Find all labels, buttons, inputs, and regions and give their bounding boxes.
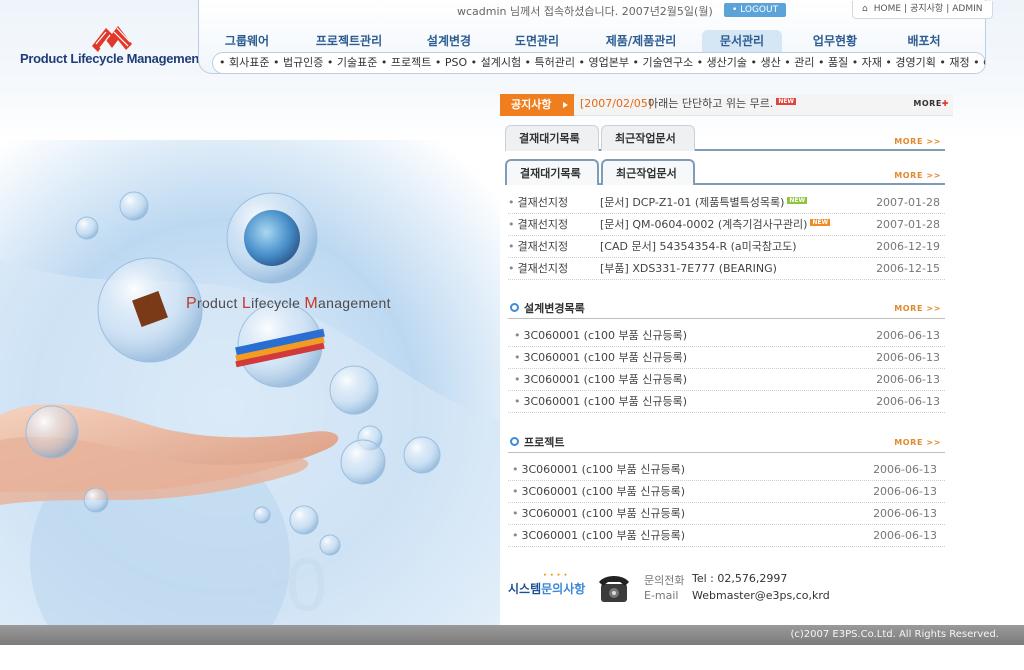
notice-tag[interactable]: 공지사항 (500, 94, 574, 116)
project-row[interactable]: • 3C060001 (c100 부품 신규등록) 2006-06-13 (508, 459, 945, 481)
admin-link[interactable]: ADMIN (952, 4, 982, 14)
section-bullet-icon (510, 303, 519, 312)
project-text[interactable]: 3C060001 (c100 부품 신규등록) (522, 463, 686, 476)
hero-illustration: 20 (0, 140, 500, 625)
approval-date: 2006-12-19 (876, 240, 940, 253)
new-badge: NEW (787, 197, 808, 204)
logout-button[interactable]: • LOGOUT (724, 3, 787, 17)
approval-status: 결재선지정 (517, 240, 569, 253)
menu-design-change[interactable]: 설계변경 (421, 30, 477, 52)
new-badge: NEW (776, 98, 797, 105)
tabs-main: 결재대기목록 최근작업문서 MORE >> (505, 159, 945, 185)
section-bullet-icon (510, 437, 519, 446)
tabs-secondary: 결재대기목록 최근작업문서 MORE >> (505, 125, 945, 151)
logout-label: LOGOUT (740, 5, 779, 15)
design-change-date: 2006-06-13 (876, 329, 940, 342)
title-dots: •••• (543, 572, 571, 579)
design-change-row[interactable]: • 3C060001 (c100 부품 신규등록) 2006-06-13 (508, 369, 945, 391)
footer: (c)2007 E3PS.Co.Ltd. All Rights Reserved… (0, 625, 1024, 645)
design-change-text[interactable]: 3C060001 (c100 부품 신규등록) (524, 351, 688, 364)
design-change-more[interactable]: MORE >> (894, 304, 941, 313)
telephone-icon (599, 576, 629, 602)
approval-row[interactable]: • 결재선지정 [문서] QM-0604-0002 (계측기검사구관리) NEW 2… (508, 214, 945, 236)
project-header: 프로젝트 MORE >> (508, 433, 945, 453)
tab-recent-documents[interactable]: 최근작업문서 (601, 125, 695, 151)
email-label: E-mail (644, 589, 679, 602)
menu-drawing[interactable]: 도면관리 (509, 30, 565, 52)
design-change-date: 2006-06-13 (876, 395, 940, 408)
design-change-text[interactable]: 3C060001 (c100 부품 신규등록) (524, 373, 688, 386)
sub-menu[interactable]: • 회사표준 • 법규인증 • 기술표준 • 프로젝트 • PSO • 설계시험… (212, 52, 986, 74)
approval-row[interactable]: • 결재선지정 [CAD 문서] 54354354-R (a미국참고도) 2006… (508, 236, 945, 258)
approval-date: 2006-12-15 (876, 262, 940, 275)
project-title: 프로젝트 (524, 436, 565, 449)
approval-row[interactable]: • 결재선지정 [부품] XDS331-7E777 (BEARING) 2006-… (508, 258, 945, 280)
tab-approval-waiting-active[interactable]: 결재대기목록 (505, 159, 599, 185)
hero-visual: 20 Product Lifecycle Management (0, 140, 500, 625)
main-menu: 그룹웨어 프로젝트관리 설계변경 도면관리 제품/제품관리 문서관리 업무현황 … (209, 30, 979, 52)
approval-date: 2007-01-28 (876, 218, 940, 231)
phone-number: Tel : 02,576,2997 (692, 572, 788, 585)
project-text[interactable]: 3C060001 (c100 부품 신규등록) (522, 485, 686, 498)
notice-link[interactable]: 아래는 단단하고 위는 무르. NEW (648, 94, 797, 114)
design-change-row[interactable]: • 3C060001 (c100 부품 신규등록) 2006-06-13 (508, 391, 945, 413)
notice-more-button[interactable]: MORE✚ (913, 99, 949, 108)
approval-date: 2007-01-28 (876, 196, 940, 209)
design-change-row[interactable]: • 3C060001 (c100 부품 신규등록) 2006-06-13 (508, 325, 945, 347)
menu-document-active[interactable]: 문서관리 (702, 30, 782, 52)
approval-title[interactable]: [부품] XDS331-7E777 (BEARING) (600, 258, 777, 279)
design-change-date: 2006-06-13 (876, 373, 940, 386)
menu-groupware[interactable]: 그룹웨어 (224, 30, 270, 52)
approval-title[interactable]: [문서] DCP-Z1-01 (제품특별특성목록) NEW (600, 192, 808, 213)
project-text[interactable]: 3C060001 (c100 부품 신규등록) (522, 529, 686, 542)
utility-links: ⌂ HOME | 공지사항 | ADMIN (852, 1, 993, 19)
copyright: (c)2007 E3PS.Co.Ltd. All Rights Reserved… (790, 629, 1000, 640)
new-badge: NEW (810, 219, 831, 226)
project-more[interactable]: MORE >> (894, 438, 941, 447)
notice-date: [2007/02/05] (580, 97, 652, 110)
logo[interactable]: Product Lifecycle Management (18, 22, 203, 72)
menu-project[interactable]: 프로젝트관리 (309, 30, 389, 52)
project-date: 2006-06-13 (873, 507, 937, 520)
design-change-header: 설계변경목록 MORE >> (508, 299, 945, 319)
project-date: 2006-06-13 (873, 463, 937, 476)
logo-text: Product Lifecycle Management (20, 51, 204, 66)
approval-status: 결재선지정 (517, 262, 569, 275)
design-change-text[interactable]: 3C060001 (c100 부품 신규등록) (524, 395, 688, 408)
project-text[interactable]: 3C060001 (c100 부품 신규등록) (522, 507, 686, 520)
home-link[interactable]: HOME (874, 4, 901, 14)
menu-work-status[interactable]: 업무현황 (807, 30, 863, 52)
tab-recent-documents-main[interactable]: 최근작업문서 (601, 159, 695, 185)
hero-title: Product Lifecycle Management (186, 295, 391, 312)
design-change-text[interactable]: 3C060001 (c100 부품 신규등록) (524, 329, 688, 342)
approval-title[interactable]: [문서] QM-0604-0002 (계측기검사구관리) NEW (600, 214, 831, 235)
design-change-title: 설계변경목록 (524, 302, 585, 315)
system-inquiry-title: •••• 시스템문의사항 (508, 572, 586, 596)
design-change-row[interactable]: • 3C060001 (c100 부품 신규등록) 2006-06-13 (508, 347, 945, 369)
project-row[interactable]: • 3C060001 (c100 부품 신규등록) 2006-06-13 (508, 525, 945, 547)
project-date: 2006-06-13 (873, 485, 937, 498)
email-link[interactable]: Webmaster@e3ps,co,krd (692, 589, 830, 602)
page: Product Lifecycle Management wcadmin 님께서… (0, 0, 1024, 670)
notice-bar: 공지사항 [2007/02/05] 아래는 단단하고 위는 무르. NEW MOR… (500, 94, 953, 116)
menu-product[interactable]: 제품/제품관리 (595, 30, 687, 52)
phone-label: 문의전화 (644, 574, 685, 587)
project-row[interactable]: • 3C060001 (c100 부품 신규등록) 2006-06-13 (508, 503, 945, 525)
home-icon[interactable]: ⌂ (862, 4, 868, 14)
approval-status: 결재선지정 (517, 218, 569, 231)
menu-distribution[interactable]: 배포처 (899, 30, 949, 52)
approval-status: 결재선지정 (517, 196, 569, 209)
project-date: 2006-06-13 (873, 529, 937, 542)
approval-row[interactable]: • 결재선지정 [문서] DCP-Z1-01 (제품특별특성목록) NEW 2007… (508, 192, 945, 214)
welcome-message: wcadmin 님께서 접속하셨습니다. 2007년2월5일(월) (457, 5, 713, 18)
design-change-date: 2006-06-13 (876, 351, 940, 364)
tabs-secondary-more[interactable]: MORE >> (894, 137, 941, 146)
svg-text:20: 20 (240, 545, 329, 625)
notice-link[interactable]: 공지사항 (910, 4, 943, 14)
project-row[interactable]: • 3C060001 (c100 부품 신규등록) 2006-06-13 (508, 481, 945, 503)
tab-approval-waiting[interactable]: 결재대기목록 (505, 125, 599, 151)
tabs-main-more[interactable]: MORE >> (894, 171, 941, 180)
approval-title[interactable]: [CAD 문서] 54354354-R (a미국참고도) (600, 236, 797, 257)
